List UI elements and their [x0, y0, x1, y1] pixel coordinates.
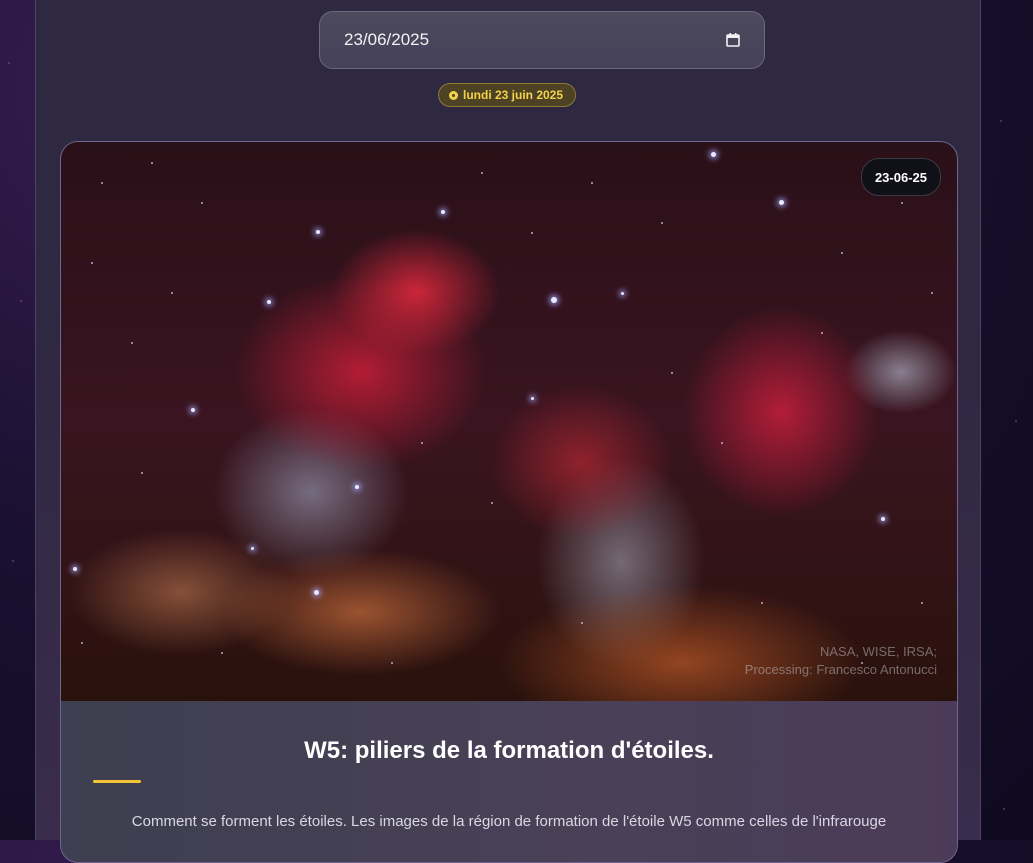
selected-date-label: lundi 23 juin 2025: [463, 88, 564, 102]
nebula-photo[interactable]: 23-06-25 NASA, WISE, IRSA; Processing: F…: [61, 142, 957, 701]
image-date-code-badge: 23-06-25: [860, 158, 941, 196]
card-body: W5: piliers de la formation d'étoiles. C…: [61, 701, 957, 862]
image-credit: NASA, WISE, IRSA; Processing: Francesco …: [745, 643, 937, 679]
date-picker-input[interactable]: 23/06/2025: [319, 11, 765, 69]
image-credit-line-2: Processing: Francesco Antonucci: [744, 662, 937, 677]
image-credit-line-1: NASA, WISE, IRSA;: [819, 644, 937, 659]
apod-card: 23-06-25 NASA, WISE, IRSA; Processing: F…: [60, 141, 958, 863]
selected-date-badge: lundi 23 juin 2025: [438, 83, 577, 107]
calendar-icon[interactable]: [726, 33, 740, 47]
sun-icon: [449, 90, 458, 100]
apod-title: W5: piliers de la formation d'étoiles.: [304, 737, 714, 764]
apod-description: Comment se forment les étoiles. Les imag…: [131, 813, 887, 830]
title-underline: [93, 780, 141, 783]
date-value: 23/06/2025: [344, 30, 430, 49]
main-panel: 23/06/2025 lundi 23 juin 2025 23-06-25 N…: [35, 0, 981, 863]
